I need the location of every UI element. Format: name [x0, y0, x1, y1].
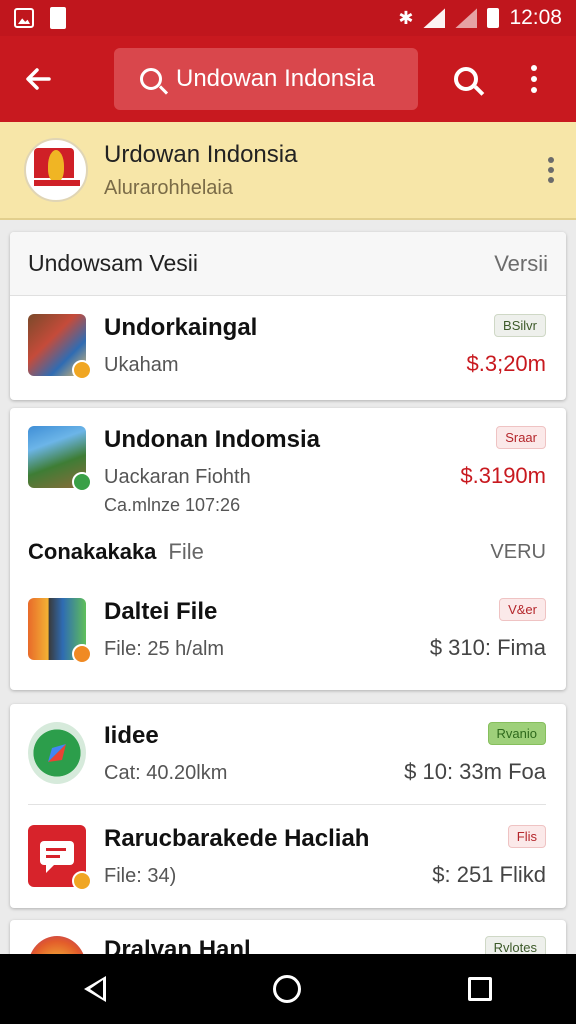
navigation-bar [0, 954, 576, 1024]
search-text: Undowan Indonsia [176, 65, 375, 92]
store-notification-icon [50, 7, 66, 29]
item-price: $ 10: 33m Foa [404, 759, 546, 784]
subsection-right-label[interactable]: VERU [490, 541, 546, 564]
app-header-subtitle: Alurarohhelaia [104, 176, 233, 199]
search-icon [454, 67, 478, 91]
nav-recents-icon[interactable] [468, 977, 493, 1001]
app-logo [24, 138, 88, 202]
wifi-signal-icon [423, 8, 446, 28]
app-header-title: Urdowan Indonsia [104, 140, 298, 168]
item-price: $.3;20m [466, 351, 547, 376]
battery-icon [487, 8, 500, 28]
app-bar: Undowan Indonsia [0, 36, 576, 122]
item-tag: BSilvr [494, 314, 546, 337]
list-item[interactable]: Iidee Cat: 40.20lkm Rvanio $ 10: 33m Foa [10, 704, 566, 804]
list-item[interactable]: Daltei File File: 25 h/alm V&er $ 310: F… [10, 578, 566, 664]
subsection-title-suffix: File [168, 539, 204, 564]
badge-icon [72, 871, 92, 891]
nav-home-icon[interactable] [272, 975, 301, 1003]
nav-back-icon[interactable] [83, 976, 106, 1002]
status-bar: ✱ 12:08 [0, 0, 576, 36]
gallery-notification-icon [14, 8, 34, 28]
item-tag: Sraar [496, 426, 546, 449]
subsection-title: Conakakaka [28, 539, 157, 564]
overflow-menu-icon[interactable] [506, 36, 562, 122]
search-button[interactable] [426, 36, 506, 122]
item-price: $ 310: Fima [429, 635, 546, 660]
list-item[interactable]: Undorkaingal Ukaham BSilvr $.3;20m [10, 296, 566, 380]
back-arrow-icon[interactable] [0, 36, 76, 122]
subsection-header: Conakakaka File VERU [10, 526, 566, 578]
item-thumbnail [28, 314, 92, 380]
results-card: Undowsam Vesii Versii Undorkaingal Ukaha… [10, 232, 566, 400]
item-detail: Ca.mlnze 107:26 [104, 495, 241, 515]
section-title: Undowsam Vesii [28, 250, 199, 276]
results-card: Iidee Cat: 40.20lkm Rvanio $ 10: 33m Foa… [10, 704, 566, 908]
badge-icon [72, 472, 92, 492]
app-header[interactable]: Urdowan Indonsia Alurarohhelaia [0, 122, 576, 220]
bluetooth-icon: ✱ [398, 7, 414, 28]
list-item[interactable]: Rarucbarakede Hacliah File: 34) Flis $: … [10, 805, 566, 891]
badge-icon [72, 644, 92, 664]
results-card: Undonan Indomsia Uackaran Fiohth Ca.mlnz… [10, 408, 566, 690]
maps-app-icon [28, 722, 86, 784]
search-icon [140, 68, 162, 90]
header-more-icon[interactable] [526, 157, 576, 183]
section-header: Undowsam Vesii Versii [10, 232, 566, 296]
item-price: $.3190m [460, 463, 546, 488]
item-price: $: 251 Flikd [432, 862, 546, 887]
list-item[interactable]: Undonan Indomsia Uackaran Fiohth Ca.mlnz… [10, 408, 566, 526]
item-thumbnail [28, 426, 92, 492]
badge-icon [72, 360, 92, 380]
message-app-icon [28, 825, 92, 891]
status-time: 12:08 [509, 6, 562, 29]
section-right-label[interactable]: Versii [494, 251, 548, 277]
item-thumbnail [28, 598, 92, 664]
item-tag: Rvanio [487, 722, 546, 745]
item-tag: V&er [499, 598, 546, 621]
item-tag: Flis [507, 825, 546, 848]
cell-signal-icon [455, 8, 478, 28]
search-field[interactable]: Undowan Indonsia [114, 48, 418, 110]
